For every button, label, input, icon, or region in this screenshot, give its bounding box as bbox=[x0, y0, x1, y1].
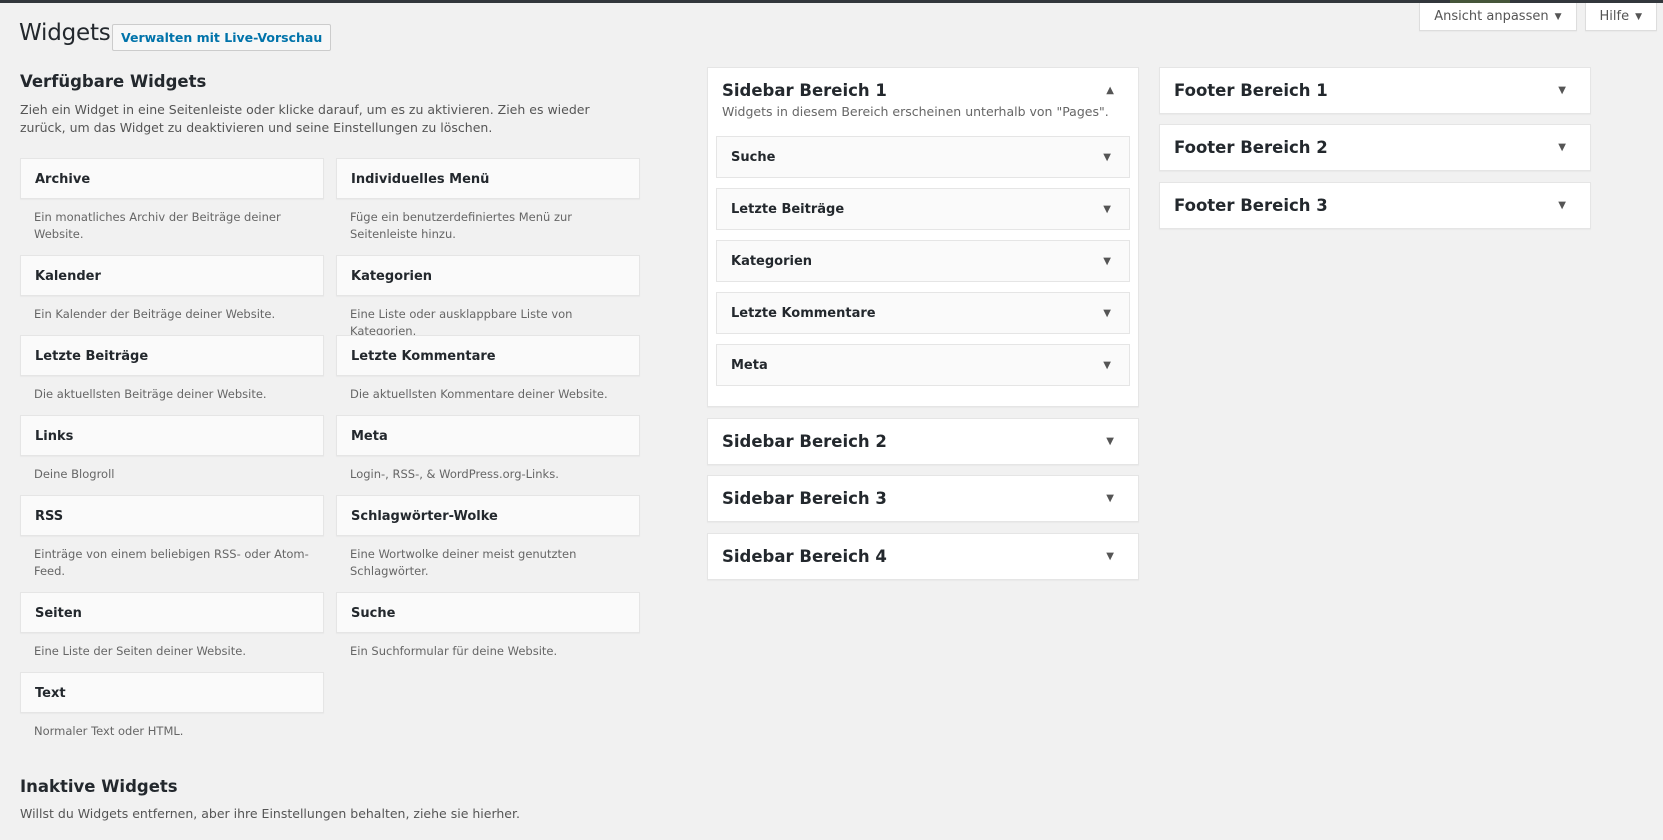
sidebar-area-4[interactable]: Sidebar Bereich 4 ▼ bbox=[707, 533, 1139, 580]
inactive-widgets-title: Inaktive Widgets bbox=[20, 777, 178, 796]
screen-options-label: Ansicht anpassen bbox=[1434, 9, 1549, 24]
widget-title[interactable]: Schlagwörter-Wolke bbox=[336, 495, 640, 536]
footer-area-title: Footer Bereich 3 bbox=[1174, 196, 1328, 215]
sidebar-area-title: Sidebar Bereich 2 bbox=[722, 432, 887, 451]
widget-item[interactable]: RSS Einträge von einem beliebigen RSS- o… bbox=[20, 495, 324, 580]
chevron-down-icon[interactable]: ▼ bbox=[1558, 183, 1566, 228]
widget-title[interactable]: Kalender bbox=[20, 255, 324, 296]
widget-item[interactable]: Letzte Beiträge Die aktuellsten Beiträge… bbox=[20, 335, 324, 403]
widget-item[interactable]: Links Deine Blogroll bbox=[20, 415, 324, 483]
screen-options-button[interactable]: Ansicht anpassen ▼ bbox=[1419, 3, 1577, 31]
widget-title[interactable]: Suche bbox=[336, 592, 640, 633]
widget-description: Die aktuellsten Beiträge deiner Website. bbox=[34, 387, 267, 401]
chevron-down-icon[interactable]: ▼ bbox=[1103, 189, 1111, 231]
widget-title[interactable]: Letzte Kommentare bbox=[336, 335, 640, 376]
footer-area-2[interactable]: Footer Bereich 2 ▼ bbox=[1159, 124, 1591, 171]
widget-title[interactable]: Individuelles Menü bbox=[336, 158, 640, 199]
widget-item[interactable]: Suche Ein Suchformular für deine Website… bbox=[336, 592, 640, 660]
sidebar-area-header[interactable]: Sidebar Bereich 4 ▼ bbox=[708, 534, 1138, 579]
sidebar-widget[interactable]: Letzte Kommentare ▼ bbox=[716, 292, 1130, 334]
inactive-widgets-header: Inaktive Widgets Willst du Widgets entfe… bbox=[20, 777, 635, 823]
chevron-down-icon[interactable]: ▼ bbox=[1558, 68, 1566, 113]
widget-item[interactable]: Archive Ein monatliches Archiv der Beitr… bbox=[20, 158, 324, 243]
widget-item[interactable]: Text Normaler Text oder HTML. bbox=[20, 672, 324, 740]
sidebar-area-title: Sidebar Bereich 3 bbox=[722, 489, 887, 508]
chevron-down-icon[interactable]: ▼ bbox=[1103, 293, 1111, 335]
widget-item[interactable]: Schlagwörter-Wolke Eine Wortwolke deiner… bbox=[336, 495, 640, 580]
sidebar-widget-title: Letzte Beiträge bbox=[731, 202, 845, 217]
footer-area-title: Footer Bereich 2 bbox=[1174, 138, 1328, 157]
sidebar-widget-title: Kategorien bbox=[731, 254, 813, 269]
widget-title[interactable]: Meta bbox=[336, 415, 640, 456]
chevron-down-icon[interactable]: ▼ bbox=[1106, 419, 1114, 464]
sidebar-area-header[interactable]: Sidebar Bereich 2 ▼ bbox=[708, 419, 1138, 464]
inactive-widgets-description: Willst du Widgets entfernen, aber ihre E… bbox=[20, 806, 520, 821]
widget-description: Einträge von einem beliebigen RSS- oder … bbox=[34, 547, 309, 578]
sidebar-widget-title: Meta bbox=[731, 358, 768, 373]
available-widgets-header: Verfügbare Widgets Zieh ein Widget in ei… bbox=[20, 72, 640, 137]
widget-description: Eine Liste oder ausklappbare Liste von K… bbox=[350, 307, 573, 338]
footer-area-title: Footer Bereich 1 bbox=[1174, 81, 1328, 100]
sidebar-area-title: Sidebar Bereich 1 bbox=[722, 81, 887, 100]
widget-description: Deine Blogroll bbox=[34, 467, 115, 481]
available-widgets-title: Verfügbare Widgets bbox=[20, 72, 207, 91]
widget-item[interactable]: Letzte Kommentare Die aktuellsten Kommen… bbox=[336, 335, 640, 403]
sidebar-area-header[interactable]: Sidebar Bereich 3 ▼ bbox=[708, 476, 1138, 521]
sidebar-area-3[interactable]: Sidebar Bereich 3 ▼ bbox=[707, 475, 1139, 522]
widget-item[interactable]: Kalender Ein Kalender der Beiträge deine… bbox=[20, 255, 324, 323]
help-button[interactable]: Hilfe ▼ bbox=[1584, 3, 1657, 31]
widget-description: Eine Wortwolke deiner meist genutzten Sc… bbox=[350, 547, 577, 578]
footer-area-1[interactable]: Footer Bereich 1 ▼ bbox=[1159, 67, 1591, 114]
widget-description: Eine Liste der Seiten deiner Website. bbox=[34, 644, 246, 658]
sidebar-widget-title: Suche bbox=[731, 150, 776, 165]
sidebar-widget[interactable]: Kategorien ▼ bbox=[716, 240, 1130, 282]
widget-item[interactable]: Individuelles Menü Füge ein benutzerdefi… bbox=[336, 158, 640, 243]
chevron-down-icon[interactable]: ▼ bbox=[1103, 345, 1111, 387]
footer-area-header[interactable]: Footer Bereich 2 ▼ bbox=[1160, 125, 1590, 170]
widget-title[interactable]: Archive bbox=[20, 158, 324, 199]
widget-description: Die aktuellsten Kommentare deiner Websit… bbox=[350, 387, 608, 401]
help-label: Hilfe bbox=[1599, 9, 1630, 24]
footer-area-3[interactable]: Footer Bereich 3 ▼ bbox=[1159, 182, 1591, 229]
chevron-down-icon: ▼ bbox=[1635, 12, 1642, 22]
sidebar-area-header[interactable]: Sidebar Bereich 1 ▲ bbox=[708, 68, 1138, 113]
admin-bar-strip bbox=[0, 0, 1663, 3]
widget-description: Ein Suchformular für deine Website. bbox=[350, 644, 558, 658]
widget-item[interactable]: Kategorien Eine Liste oder ausklappbare … bbox=[336, 255, 640, 340]
screen-meta-links: Ansicht anpassen ▼ Hilfe ▼ bbox=[1419, 3, 1657, 31]
chevron-down-icon[interactable]: ▼ bbox=[1106, 476, 1114, 521]
page-title: Widgets bbox=[19, 20, 111, 46]
chevron-down-icon[interactable]: ▼ bbox=[1106, 534, 1114, 579]
available-widgets-description: Zieh ein Widget in eine Seitenleiste ode… bbox=[20, 102, 590, 135]
widget-description: Ein monatliches Archiv der Beiträge dein… bbox=[34, 210, 281, 241]
chevron-down-icon: ▼ bbox=[1554, 12, 1562, 22]
widget-description: Füge ein benutzerdefiniertes Menü zur Se… bbox=[350, 210, 573, 241]
widget-title[interactable]: Letzte Beiträge bbox=[20, 335, 324, 376]
sidebar-widget[interactable]: Suche ▼ bbox=[716, 136, 1130, 178]
live-preview-button[interactable]: Verwalten mit Live-Vorschau bbox=[112, 24, 332, 51]
widget-description: Normaler Text oder HTML. bbox=[34, 724, 184, 738]
widget-title[interactable]: Links bbox=[20, 415, 324, 456]
sidebar-widget-title: Letzte Kommentare bbox=[731, 306, 876, 321]
widget-title[interactable]: RSS bbox=[20, 495, 324, 536]
sidebar-widget[interactable]: Letzte Beiträge ▼ bbox=[716, 188, 1130, 230]
widget-item[interactable]: Meta Login-, RSS-, & WordPress.org-Links… bbox=[336, 415, 640, 483]
sidebar-area-1: Sidebar Bereich 1 ▲ Widgets in diesem Be… bbox=[707, 67, 1139, 407]
widget-title[interactable]: Kategorien bbox=[336, 255, 640, 296]
widget-description: Ein Kalender der Beiträge deiner Website… bbox=[34, 307, 276, 321]
widget-title[interactable]: Text bbox=[20, 672, 324, 713]
sidebar-area-title: Sidebar Bereich 4 bbox=[722, 547, 887, 566]
chevron-up-icon[interactable]: ▲ bbox=[1106, 68, 1114, 113]
widget-title[interactable]: Seiten bbox=[20, 592, 324, 633]
footer-area-header[interactable]: Footer Bereich 1 ▼ bbox=[1160, 68, 1590, 113]
chevron-down-icon[interactable]: ▼ bbox=[1103, 137, 1111, 179]
chevron-down-icon[interactable]: ▼ bbox=[1558, 125, 1566, 170]
footer-area-header[interactable]: Footer Bereich 3 ▼ bbox=[1160, 183, 1590, 228]
widget-item[interactable]: Seiten Eine Liste der Seiten deiner Webs… bbox=[20, 592, 324, 660]
sidebar-area-2[interactable]: Sidebar Bereich 2 ▼ bbox=[707, 418, 1139, 465]
chevron-down-icon[interactable]: ▼ bbox=[1103, 241, 1111, 283]
widget-description: Login-, RSS-, & WordPress.org-Links. bbox=[350, 467, 559, 481]
sidebar-widget[interactable]: Meta ▼ bbox=[716, 344, 1130, 386]
